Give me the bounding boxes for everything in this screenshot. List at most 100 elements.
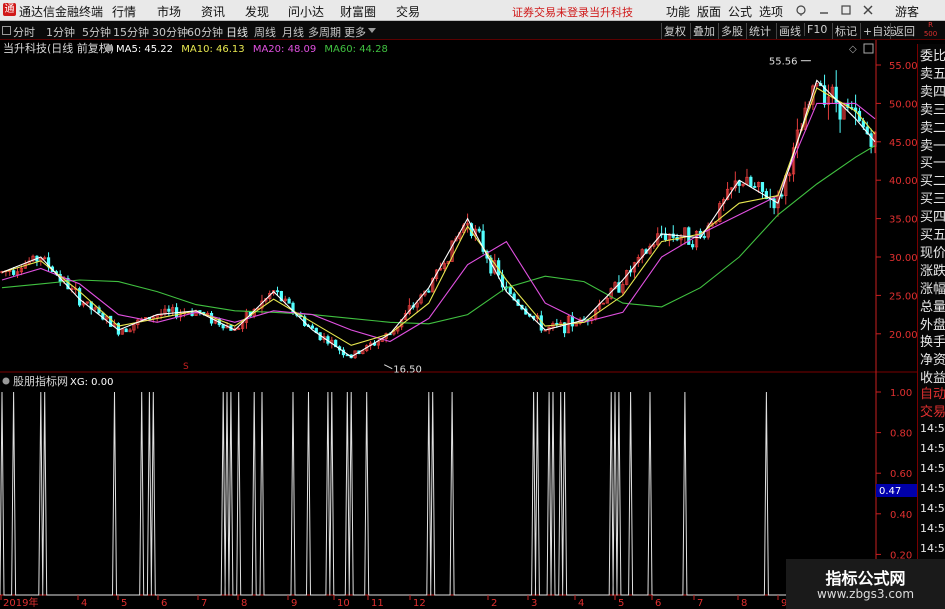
app-logo-icon: 通 xyxy=(3,3,16,16)
sidebar-field: 现价 xyxy=(920,245,945,261)
period-5min[interactable]: 5分钟 xyxy=(82,24,111,40)
watermark-url: www.zbgs3.com xyxy=(816,587,915,601)
period-1min[interactable]: 1分钟 xyxy=(46,24,75,40)
sidebar-field: 涨幅 xyxy=(920,281,945,297)
sidebar-trade-label: 交易 xyxy=(920,404,945,420)
tool-stats[interactable]: 统计 xyxy=(746,23,773,39)
sidebar-field: 买四 xyxy=(920,210,945,226)
sidebar-field: 买三 xyxy=(920,192,945,208)
menu-discover[interactable]: 发现 xyxy=(245,3,269,20)
period-multi[interactable]: 多周期 xyxy=(308,24,341,40)
sidebar-time: 14:56 xyxy=(920,522,945,535)
menu-wealth[interactable]: 财富圈 xyxy=(340,3,376,20)
price-tick-label: 40.00 xyxy=(889,176,917,187)
time-tick-label: 12 xyxy=(413,598,426,609)
xg-legend-value: 0.00 xyxy=(91,377,113,388)
tool-mark[interactable]: 标记 xyxy=(832,23,859,39)
indicator-toggle-icon[interactable] xyxy=(2,377,10,385)
menu-market[interactable]: 市场 xyxy=(157,3,181,20)
ma5-line xyxy=(1,79,876,358)
tool-multi-stock[interactable]: 多股 xyxy=(718,23,745,39)
sidebar-time: 14:56 xyxy=(920,422,945,435)
panel-max-icon[interactable] xyxy=(863,43,874,54)
corner-r: R xyxy=(928,21,933,29)
period-15min[interactable]: 15分钟 xyxy=(113,24,149,40)
sidebar-time: 14:56 xyxy=(920,542,945,555)
xg-signal-line xyxy=(0,391,875,596)
tool-f10[interactable]: F10 xyxy=(804,23,829,36)
indicator-tick-label: 0.80 xyxy=(890,429,912,440)
sidebar-field: 卖四 xyxy=(920,84,945,100)
sidebar-field: 卖五 xyxy=(920,66,945,82)
ma20-line xyxy=(1,102,876,343)
maximize-icon[interactable] xyxy=(840,4,852,16)
candle-body xyxy=(760,182,765,192)
panel-toggle-icon[interactable] xyxy=(2,26,11,35)
menu-quotes[interactable]: 行情 xyxy=(112,3,136,20)
price-grid: 55.00 50.00 45.00 40.00 35.00 30.00 25.00 20.00 xyxy=(876,61,917,341)
sidebar-field: 卖三 xyxy=(920,102,945,118)
period-more[interactable]: 更多 xyxy=(344,24,366,40)
sidebar-time: 14:56 xyxy=(920,502,945,515)
ma20-legend-value: 48.09 xyxy=(288,44,317,55)
minimize-icon[interactable] xyxy=(818,4,830,16)
tool-overlay[interactable]: 叠加 xyxy=(690,23,717,39)
sidebar-time: 14:56 xyxy=(920,442,945,455)
period-weekly[interactable]: 周线 xyxy=(254,24,276,40)
menu-formula[interactable]: 公式 xyxy=(728,3,752,20)
menu-layout[interactable]: 版面 xyxy=(697,3,721,20)
menu-options[interactable]: 选项 xyxy=(759,3,783,20)
sidebar-field: 买五 xyxy=(920,228,945,243)
period-monthly[interactable]: 月线 xyxy=(282,24,304,40)
time-tick-label: 8 xyxy=(741,598,747,609)
time-tick-label: 5 xyxy=(121,598,127,609)
sidebar-field: 买二 xyxy=(920,174,945,190)
ma10-legend-value: 46.13 xyxy=(216,44,245,55)
tool-draw[interactable]: 画线 xyxy=(776,23,803,39)
sidebar-field: 收益 xyxy=(920,371,945,387)
indicator-tick-label: 1.00 xyxy=(890,388,912,399)
time-tick-label: 9 xyxy=(291,598,297,609)
login-status[interactable]: 证券交易未登录 xyxy=(512,4,589,20)
sidebar-field: 卖一 xyxy=(920,138,945,154)
time-tick-label: 7 xyxy=(697,598,703,609)
user-guest[interactable]: 游客 xyxy=(895,3,919,20)
sidebar-field: 买一 xyxy=(920,156,945,172)
current-value: 0.47 xyxy=(879,486,901,497)
candle-body xyxy=(275,290,280,293)
tool-adjust[interactable]: 复权 xyxy=(661,23,688,39)
candle-body xyxy=(508,286,512,295)
period-intraday[interactable]: 分时 xyxy=(13,24,35,40)
sidebar-time: 14:56 xyxy=(920,462,945,475)
sidebar-field: 净资 xyxy=(920,353,945,369)
legend-toggle-icon[interactable] xyxy=(105,44,113,52)
menu-news[interactable]: 资讯 xyxy=(201,3,225,20)
menu-function[interactable]: 功能 xyxy=(666,3,690,20)
skin-icon[interactable] xyxy=(795,4,807,16)
menu-trade[interactable]: 交易 xyxy=(396,3,420,20)
candle-body xyxy=(310,325,315,329)
tool-back[interactable]: 返回 xyxy=(890,23,917,39)
candle-body xyxy=(749,176,753,187)
ma5-legend-name: MA5 xyxy=(116,44,138,55)
sidebar-trade-label: 自动 xyxy=(920,387,945,402)
menu-ask[interactable]: 问小达 xyxy=(288,3,324,20)
ma5-legend-value: 45.22 xyxy=(144,44,173,55)
stock-chart[interactable]: 55.0050.0045.0040.0035.0030.0025.0020.00… xyxy=(0,40,917,609)
diamond-icon[interactable]: ◇ xyxy=(849,44,857,55)
period-30min[interactable]: 30分钟 xyxy=(152,24,188,40)
close-icon[interactable] xyxy=(862,4,874,16)
candle-body xyxy=(124,328,128,333)
ma10-legend-name: MA10 xyxy=(181,44,209,55)
time-tick-label: 7 xyxy=(201,598,207,609)
period-60min[interactable]: 60分钟 xyxy=(187,24,223,40)
app-name: 通达信金融终端 xyxy=(19,5,104,19)
period-toolbar: 分时 1分钟 5分钟 15分钟 30分钟 60分钟 日线 周线 月线 多周期 更… xyxy=(0,21,945,40)
chart-title: 当升科技(日线 前复权) xyxy=(3,41,114,55)
time-tick-label: 2 xyxy=(491,598,497,609)
period-daily[interactable]: 日线 xyxy=(226,24,248,40)
price-annotations: 55.56 16.50 xyxy=(384,57,811,376)
time-tick-label: 8 xyxy=(241,598,247,609)
price-tick-label: 50.00 xyxy=(889,99,917,110)
candle-body xyxy=(702,236,706,238)
